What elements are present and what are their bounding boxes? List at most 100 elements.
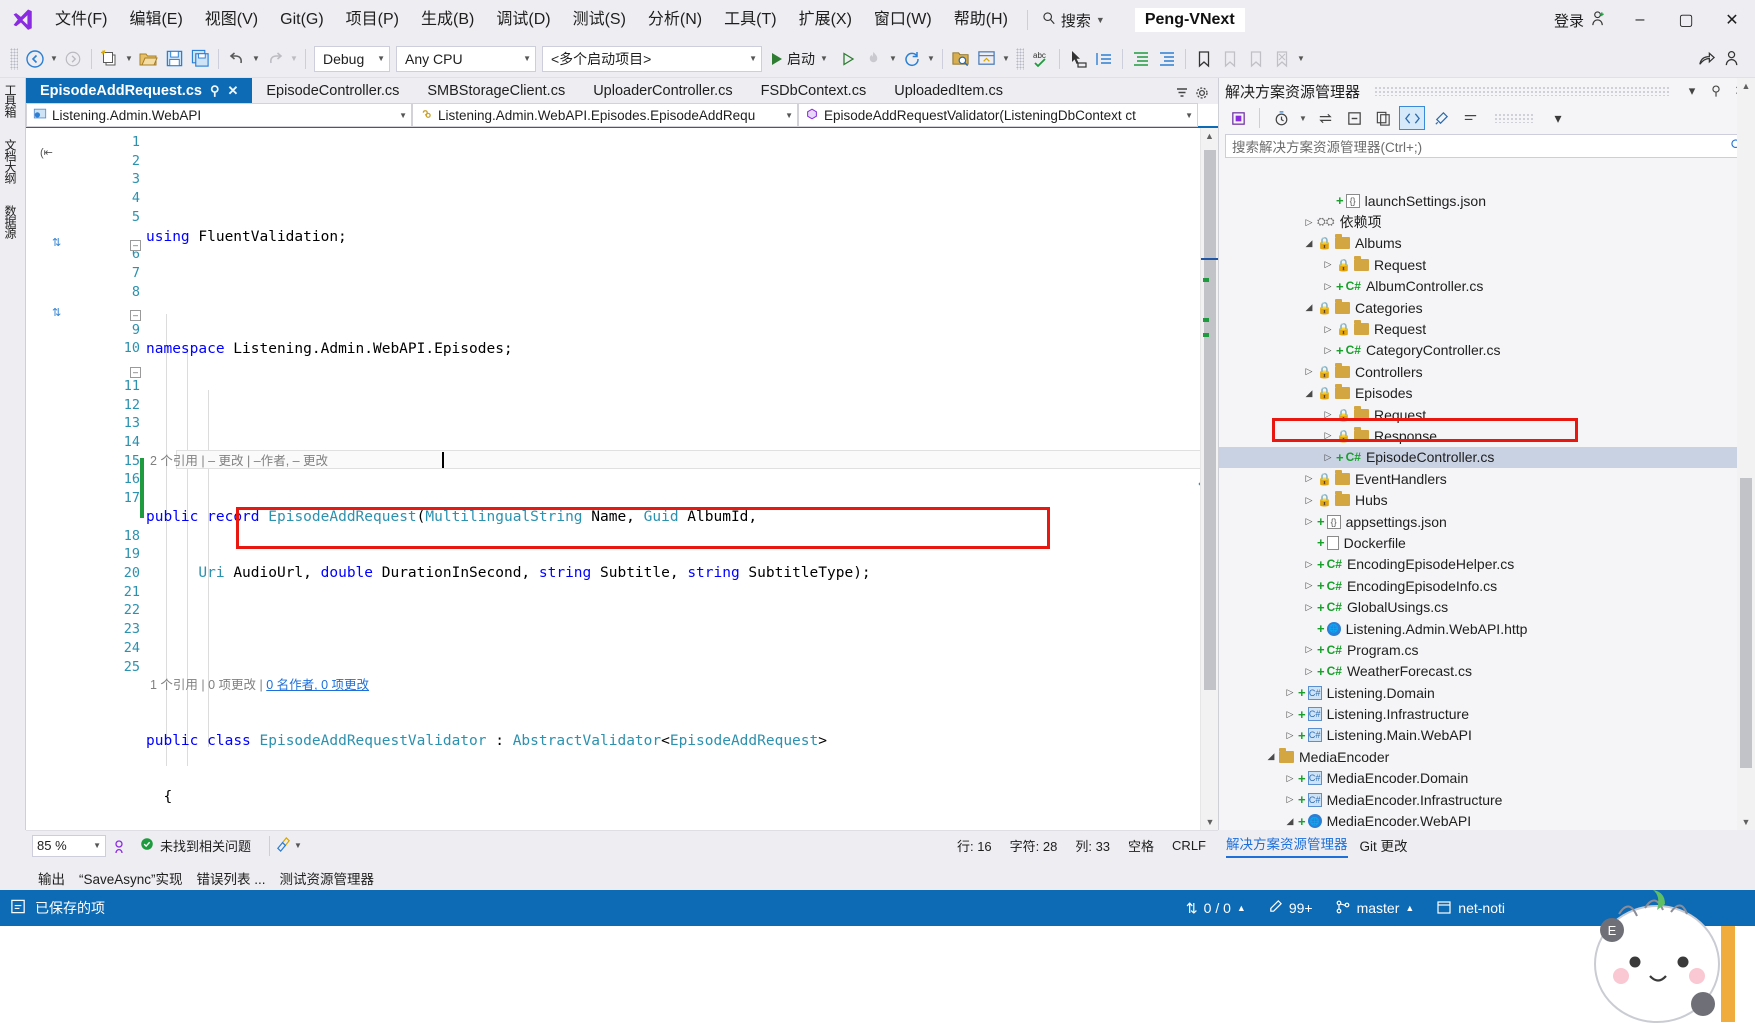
tree-item-albumcontroller-cs[interactable]: ▷ + C# AlbumController.cs bbox=[1219, 276, 1738, 297]
collapse-all-button[interactable] bbox=[1341, 106, 1367, 130]
account-icon[interactable] bbox=[1719, 46, 1745, 72]
new-project-caret-icon[interactable]: ▼ bbox=[123, 46, 135, 72]
redo-button[interactable] bbox=[262, 46, 288, 72]
se-more-icon[interactable]: ▾ bbox=[1545, 106, 1571, 130]
search-in-files-button[interactable] bbox=[948, 46, 974, 72]
tree-item-episodecontroller-cs[interactable]: ▷ + C# EpisodeController.cs bbox=[1219, 446, 1738, 469]
expand-arrow-icon[interactable]: ◢ bbox=[1301, 238, 1317, 249]
expand-arrow-icon[interactable]: ▷ bbox=[1301, 559, 1317, 570]
tree-item-appsettings-json[interactable]: ▷ +{} appsettings.json bbox=[1219, 511, 1738, 532]
tree-item-encodingepisodehelper-cs[interactable]: ▷ + C# EncodingEpisodeHelper.cs bbox=[1219, 554, 1738, 575]
tree-item-listening-main-webapi[interactable]: ▷ + C# Listening.Main.WebAPI bbox=[1219, 725, 1738, 746]
code-editor[interactable]: ⇅ ⇅ (⇤ 1 2 3 4 5 6 7 8 9 10 11 12 13 14 … bbox=[26, 128, 1218, 830]
toggle-bookmark-icon[interactable] bbox=[1191, 46, 1217, 72]
scroll-down-icon[interactable]: ▼ bbox=[1737, 814, 1755, 830]
navigate-back-caret-icon[interactable]: ▼ bbox=[48, 46, 60, 72]
switch-views-button[interactable] bbox=[1225, 106, 1251, 130]
expand-arrow-icon[interactable]: ▷ bbox=[1320, 324, 1336, 335]
navigate-back-button[interactable] bbox=[22, 46, 48, 72]
solution-configuration-combo[interactable]: Debug ▼ bbox=[314, 45, 390, 72]
menu-bar[interactable]: 文件(F) 编辑(E) 视图(V) Git(G) 项目(P) 生成(B) 调试(… bbox=[44, 0, 1019, 40]
startup-project-combo[interactable]: <多个启动项目> ▼ bbox=[542, 45, 762, 72]
menu-item-git[interactable]: Git(G) bbox=[269, 7, 335, 33]
tree-item-albums[interactable]: ◢ 🔒 Albums bbox=[1219, 233, 1738, 254]
expand-arrow-icon[interactable]: ▷ bbox=[1282, 687, 1298, 698]
menu-item-edit[interactable]: 编辑(E) bbox=[118, 7, 193, 33]
properties-button[interactable] bbox=[1428, 106, 1454, 130]
close-button[interactable]: ✕ bbox=[1709, 0, 1755, 40]
expand-arrow-icon[interactable]: ▷ bbox=[1301, 217, 1317, 228]
tab-solution-explorer[interactable]: 解决方案资源管理器 bbox=[1226, 833, 1348, 858]
tab-test-explorer[interactable]: 测试资源管理器 bbox=[280, 868, 375, 888]
sidebar-item-document-outline[interactable]: 文档大纲 bbox=[0, 133, 21, 189]
refresh-caret-icon[interactable]: ▼ bbox=[925, 46, 937, 72]
scroll-up-icon[interactable]: ▲ bbox=[1201, 128, 1218, 144]
expand-arrow-icon[interactable]: ▷ bbox=[1282, 773, 1298, 784]
expand-arrow-icon[interactable]: ▷ bbox=[1320, 259, 1336, 270]
save-all-button[interactable] bbox=[187, 46, 213, 72]
live-share-button[interactable] bbox=[974, 46, 1000, 72]
menu-item-test[interactable]: 测试(S) bbox=[562, 7, 637, 33]
tab-uploadercontroller[interactable]: UploaderController.cs bbox=[579, 78, 747, 104]
expand-arrow-icon[interactable]: ▷ bbox=[1301, 602, 1317, 613]
maximize-button[interactable]: ▢ bbox=[1663, 0, 1709, 40]
indentation-indicator[interactable]: 空格 bbox=[1128, 836, 1154, 855]
pin-icon[interactable]: ⚲ bbox=[1707, 80, 1725, 102]
fold-toggle-class[interactable]: – bbox=[130, 310, 141, 321]
next-bookmark-icon[interactable] bbox=[1243, 46, 1269, 72]
expand-arrow-icon[interactable]: ▷ bbox=[1301, 516, 1317, 527]
tree-item-encodingepisodeinfo-cs[interactable]: ▷ + C# EncodingEpisodeInfo.cs bbox=[1219, 575, 1738, 596]
active-files-dropdown-icon[interactable] bbox=[1174, 85, 1190, 104]
line-ending-indicator[interactable]: CRLF bbox=[1172, 838, 1206, 853]
se-toolbar-grip[interactable] bbox=[1494, 113, 1534, 123]
expand-arrow-icon[interactable]: ◢ bbox=[1263, 751, 1279, 762]
tree-item-mediaencoder[interactable]: ◢ MediaEncoder bbox=[1219, 746, 1738, 767]
expand-arrow-icon[interactable]: ▷ bbox=[1282, 709, 1298, 720]
expand-arrow-icon[interactable]: ▷ bbox=[1301, 666, 1317, 677]
expand-arrow-icon[interactable]: ▷ bbox=[1320, 452, 1336, 463]
undo-button[interactable] bbox=[224, 46, 250, 72]
expand-arrow-icon[interactable]: ▷ bbox=[1301, 495, 1317, 506]
start-without-debugging-button[interactable] bbox=[835, 46, 861, 72]
redo-caret-icon[interactable]: ▼ bbox=[288, 46, 300, 72]
tree-item-mediaencoder-infrastructure[interactable]: ▷ + C# MediaEncoder.Infrastructure bbox=[1219, 789, 1738, 810]
tree-item-categorycontroller-cs[interactable]: ▷ + C# CategoryController.cs bbox=[1219, 340, 1738, 361]
save-button[interactable] bbox=[161, 46, 187, 72]
tab-uploadeditem[interactable]: UploadedItem.cs bbox=[880, 78, 1018, 104]
editor-scroll-thumb[interactable] bbox=[1204, 150, 1216, 690]
hot-reload-caret-icon[interactable]: ▼ bbox=[887, 46, 899, 72]
scroll-up-icon[interactable]: ▲ bbox=[1737, 78, 1755, 94]
tree-item-hubs[interactable]: ▷ 🔒 Hubs bbox=[1219, 489, 1738, 510]
refresh-button[interactable] bbox=[899, 46, 925, 72]
issues-status[interactable]: 未找到相关问题 bbox=[140, 836, 251, 855]
pin-icon[interactable]: ⚲ bbox=[210, 83, 220, 99]
share-feedback-icon[interactable] bbox=[1693, 46, 1719, 72]
scroll-down-icon[interactable]: ▼ bbox=[1201, 814, 1218, 830]
panel-drag-grip[interactable] bbox=[1374, 86, 1669, 96]
panel-dropdown-icon[interactable]: ▾ bbox=[1683, 80, 1701, 102]
solution-explorer-scrollbar[interactable]: ▲ ▼ bbox=[1737, 78, 1755, 830]
uncomment-lines-icon[interactable] bbox=[1154, 46, 1180, 72]
tree-item-listening-infrastructure[interactable]: ▷ + C# Listening.Infrastructure bbox=[1219, 703, 1738, 724]
tree-item-program-cs[interactable]: ▷ + C# Program.cs bbox=[1219, 639, 1738, 660]
previous-bookmark-icon[interactable] bbox=[1217, 46, 1243, 72]
tab-episodecontroller[interactable]: EpisodeController.cs bbox=[252, 78, 414, 104]
editor-scrollbar[interactable]: ▲ ▼ bbox=[1200, 128, 1218, 830]
expand-arrow-icon[interactable]: ▷ bbox=[1282, 794, 1298, 805]
show-all-files-button[interactable] bbox=[1370, 106, 1396, 130]
global-search-button[interactable]: 搜索 ▼ bbox=[1036, 10, 1111, 31]
menu-item-analyze[interactable]: 分析(N) bbox=[637, 7, 713, 33]
comment-lines-icon[interactable] bbox=[1128, 46, 1154, 72]
solution-explorer-tree[interactable]: +{} launchSettings.json ▷ ⛭⛭ 依赖项 ◢ 🔒 Albums ▷ 🔒 Re… bbox=[1219, 190, 1738, 830]
undo-caret-icon[interactable]: ▼ bbox=[250, 46, 262, 72]
toolbar-grip-2[interactable] bbox=[1015, 47, 1024, 70]
menu-item-file[interactable]: 文件(F) bbox=[44, 7, 118, 33]
fold-toggle-ctor[interactable]: – bbox=[130, 367, 141, 378]
git-branch[interactable]: master ▲ bbox=[1335, 899, 1414, 918]
se-scroll-thumb[interactable] bbox=[1740, 478, 1752, 768]
select-tool-icon[interactable] bbox=[1065, 46, 1091, 72]
expand-arrow-icon[interactable]: ▷ bbox=[1301, 580, 1317, 591]
menu-item-build[interactable]: 生成(B) bbox=[410, 7, 485, 33]
expand-arrow-icon[interactable]: ◢ bbox=[1301, 302, 1317, 313]
tree-item-globalusings-cs[interactable]: ▷ + C# GlobalUsings.cs bbox=[1219, 596, 1738, 617]
